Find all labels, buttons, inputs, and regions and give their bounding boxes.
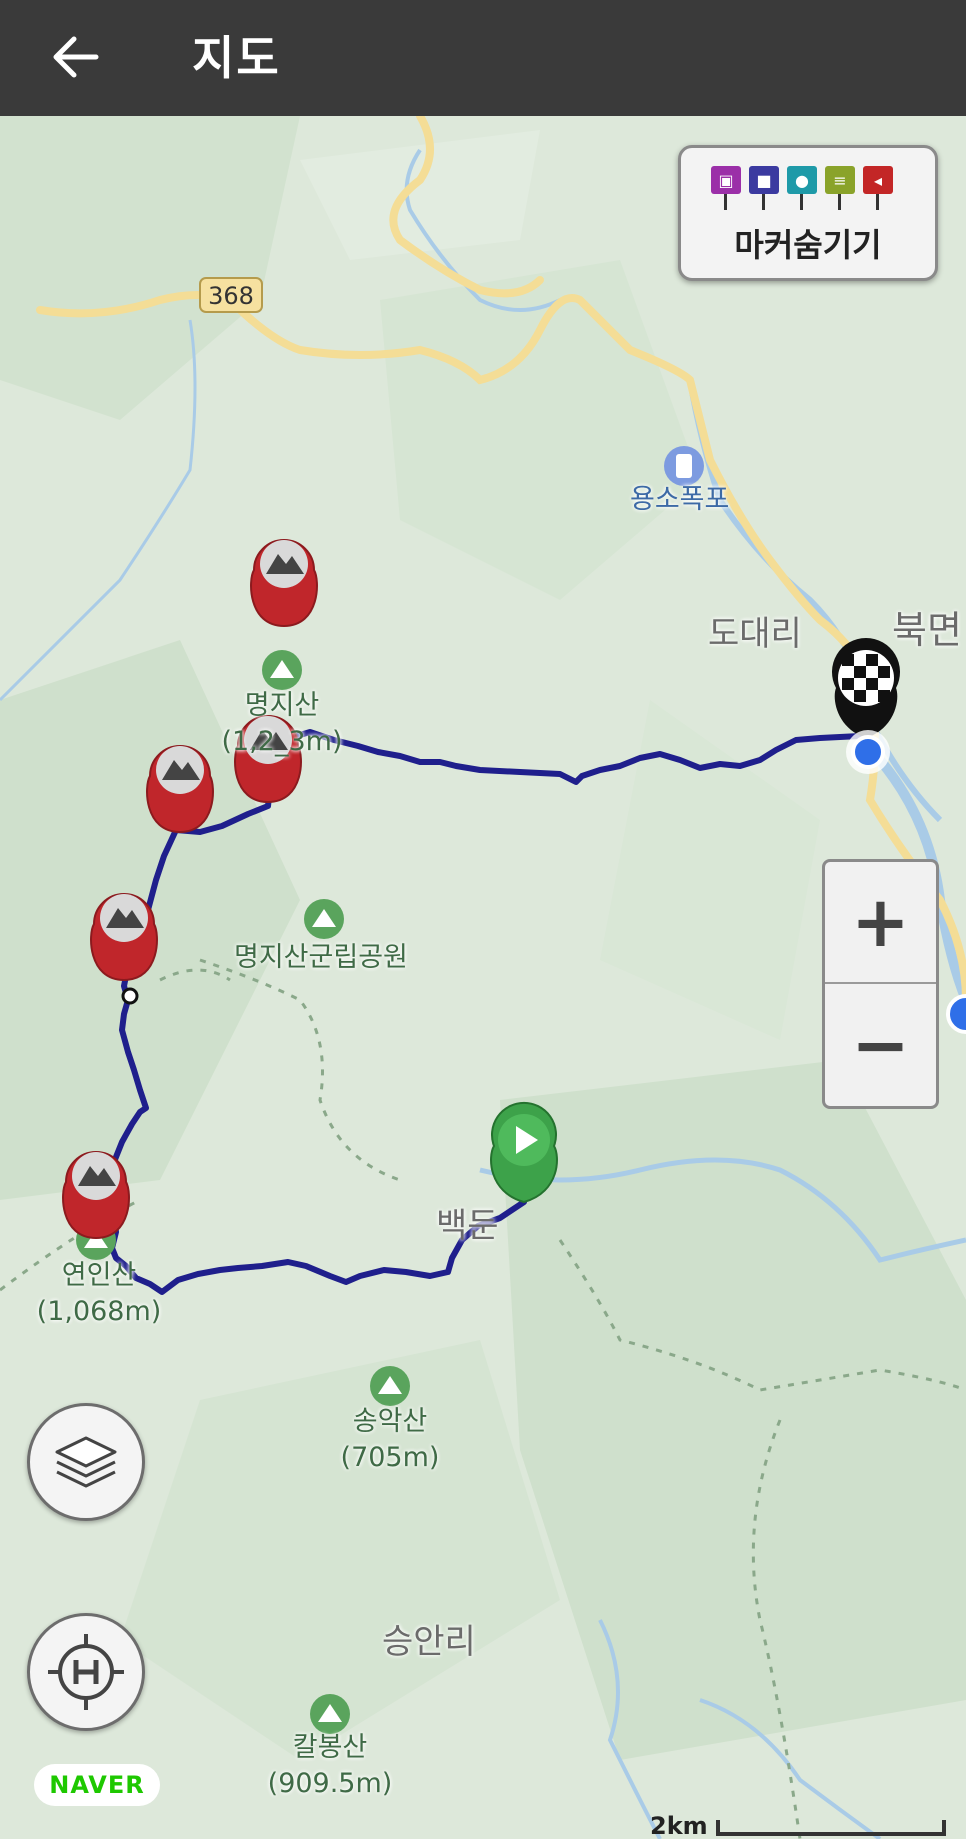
zoom-out-button[interactable]: − xyxy=(825,984,936,1106)
zoom-in-button[interactable]: + xyxy=(825,862,936,984)
summit-marker xyxy=(90,893,158,982)
summit-marker xyxy=(146,745,214,834)
peak-name: 칼봉산 xyxy=(292,1732,368,1763)
mountain-icon xyxy=(262,650,302,690)
microphone-icon: ● xyxy=(787,166,817,212)
camera-icon: ▣ xyxy=(711,166,741,212)
video-icon: ■ xyxy=(749,166,779,212)
back-button[interactable] xyxy=(40,24,110,90)
place-yongso-falls: 용소폭포 xyxy=(630,484,730,515)
recenter-button[interactable] xyxy=(27,1613,145,1731)
place-songak-peak: 송악산 (705m) xyxy=(330,1404,450,1476)
page-title: 지도 xyxy=(192,31,281,85)
mountain-icon xyxy=(310,1694,350,1734)
summit-marker xyxy=(250,539,318,628)
scale-bar xyxy=(716,1820,946,1836)
peak-name: 연인산 xyxy=(61,1260,137,1291)
waypoint-dot xyxy=(121,987,139,1005)
note-icon: ≡ xyxy=(825,166,855,212)
place-seungan-ri: 승안리 xyxy=(382,1622,476,1662)
place-baekdun: 백둔 xyxy=(436,1206,499,1246)
place-kalbong-peak: 칼봉산 (909.5m) xyxy=(266,1730,394,1802)
layers-icon xyxy=(55,1436,117,1488)
road-number: 368 xyxy=(208,282,254,310)
hide-markers-button[interactable]: ▣ ■ ● ≡ ◂ 마커숨기기 xyxy=(678,145,938,281)
place-bukmyeon: 북면 xyxy=(892,608,962,652)
peak-height: (705m) xyxy=(340,1442,440,1473)
app-bar: 지도 xyxy=(0,0,966,116)
pin-icon: ◂ xyxy=(863,166,893,212)
arrow-left-icon xyxy=(53,36,99,78)
peak-name: 송악산 xyxy=(352,1406,428,1437)
start-marker xyxy=(490,1101,558,1204)
scale-label: 2km xyxy=(650,1812,708,1839)
hide-markers-label: 마커숨기기 xyxy=(734,226,882,264)
place-yeonin-peak: 연인산 (1,068m) xyxy=(34,1258,164,1330)
summit-marker xyxy=(62,1151,130,1240)
map-layers-button[interactable] xyxy=(27,1403,145,1521)
peak-name: 명지산 xyxy=(244,690,320,721)
waterfall-icon xyxy=(664,446,704,486)
place-myeongji-peak: 명지산 (1,2_3m) xyxy=(212,688,352,760)
peak-height: (909.5m) xyxy=(267,1768,393,1799)
helipad-crosshair-icon xyxy=(48,1634,124,1710)
mountain-icon xyxy=(370,1366,410,1406)
current-location-icon xyxy=(846,730,890,774)
peak-height: (1,2_3m) xyxy=(221,726,343,757)
mountain-icon xyxy=(304,899,344,939)
place-myeongji-park: 명지산군립공원 xyxy=(234,942,408,973)
marker-type-icons: ▣ ■ ● ≡ ◂ xyxy=(711,166,893,212)
peak-height: (1,068m) xyxy=(36,1296,162,1327)
naver-logo: NAVER xyxy=(34,1764,160,1806)
place-dodae-ri: 도대리 xyxy=(708,614,802,654)
location-pin-icon xyxy=(946,994,966,1034)
zoom-controls: + − xyxy=(822,859,939,1109)
